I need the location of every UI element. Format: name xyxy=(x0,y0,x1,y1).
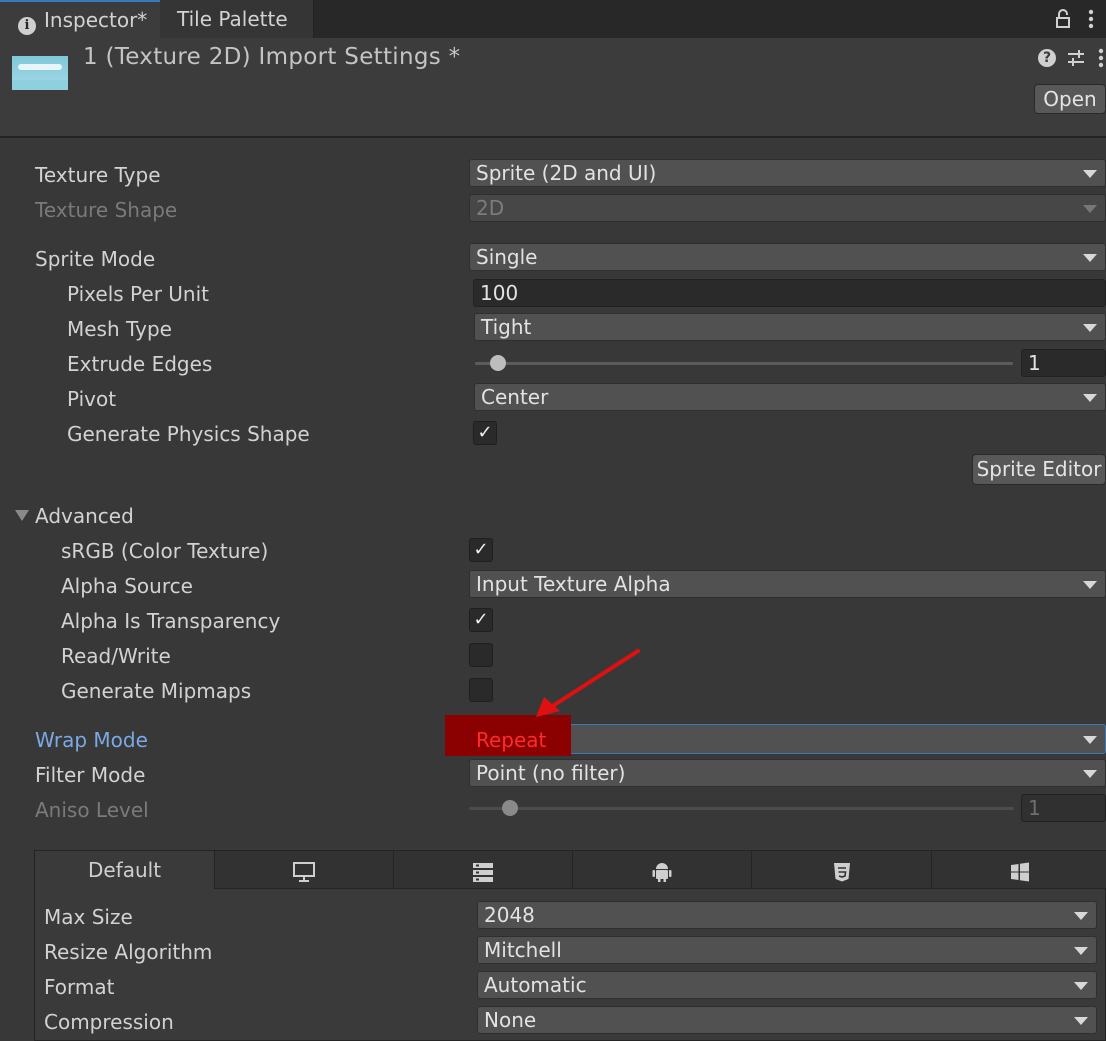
annotation-arrow xyxy=(536,649,640,717)
generate-physics-shape-checkbox[interactable]: ✓ xyxy=(473,421,497,445)
mesh-type-label: Mesh Type xyxy=(67,317,172,341)
tab-default[interactable]: Default xyxy=(35,851,215,889)
compression-value: None xyxy=(484,1008,537,1032)
srgb-checkbox[interactable]: ✓ xyxy=(469,538,493,562)
pivot-dropdown[interactable]: Center xyxy=(474,383,1106,411)
texture-type-dropdown[interactable]: Sprite (2D and UI) xyxy=(469,159,1106,187)
chevron-down-icon xyxy=(1083,205,1097,213)
chevron-down-icon xyxy=(1074,982,1088,990)
chevron-down-icon xyxy=(1083,170,1097,178)
help-icon[interactable]: ? xyxy=(1038,49,1056,67)
alpha-source-value: Input Texture Alpha xyxy=(476,572,671,596)
tab-tile-palette-label: Tile Palette xyxy=(177,7,288,31)
info-icon: i xyxy=(18,17,36,35)
inspector-header: 1 (Texture 2D) Import Settings * ? Open xyxy=(0,38,1106,138)
preset-icon[interactable] xyxy=(1066,48,1086,68)
generate-mipmaps-label: Generate Mipmaps xyxy=(61,679,252,703)
tab-windows-store[interactable] xyxy=(932,851,1106,889)
read-write-checkbox[interactable] xyxy=(469,643,493,667)
wrap-mode-value: Repeat xyxy=(476,728,547,752)
tab-android[interactable] xyxy=(573,851,752,889)
max-size-dropdown[interactable]: 2048 xyxy=(477,901,1097,929)
alpha-is-transparency-checkbox[interactable]: ✓ xyxy=(469,608,493,632)
tab-standalone[interactable] xyxy=(215,851,394,889)
sprite-mode-dropdown[interactable]: Single xyxy=(469,243,1106,271)
chevron-down-icon xyxy=(1083,581,1097,589)
chevron-down-icon xyxy=(1083,324,1097,332)
mesh-type-value: Tight xyxy=(481,315,532,339)
max-size-value: 2048 xyxy=(484,903,535,927)
texture-type-value: Sprite (2D and UI) xyxy=(476,161,657,185)
wrap-mode-label: Wrap Mode xyxy=(35,728,148,752)
alpha-is-transparency-label: Alpha Is Transparency xyxy=(61,609,281,633)
tab-inspector[interactable]: i Inspector* xyxy=(0,0,160,38)
more-options-icon[interactable] xyxy=(1085,9,1097,29)
texture-shape-label: Texture Shape xyxy=(35,198,178,222)
tab-tile-palette[interactable]: Tile Palette xyxy=(160,0,314,38)
pixels-per-unit-input[interactable]: 100 xyxy=(473,279,1106,307)
extrude-edges-input[interactable]: 1 xyxy=(1021,349,1106,377)
resize-algorithm-value: Mitchell xyxy=(484,938,562,962)
tab-default-label: Default xyxy=(87,858,162,882)
aniso-level-slider-knob xyxy=(502,800,518,816)
chevron-down-icon xyxy=(1083,394,1097,402)
header-more-icon[interactable] xyxy=(1096,48,1106,68)
alpha-source-label: Alpha Source xyxy=(61,574,193,598)
extrude-edges-slider-knob[interactable] xyxy=(490,355,506,371)
aniso-level-label: Aniso Level xyxy=(35,798,149,822)
chevron-down-icon xyxy=(1074,947,1088,955)
pivot-label: Pivot xyxy=(67,387,117,411)
pixels-per-unit-label: Pixels Per Unit xyxy=(67,282,209,306)
open-button[interactable]: Open xyxy=(1034,84,1106,114)
compression-dropdown[interactable]: None xyxy=(477,1006,1097,1034)
advanced-foldout-label[interactable]: Advanced xyxy=(35,504,134,528)
format-label: Format xyxy=(44,975,115,999)
sprite-mode-label: Sprite Mode xyxy=(35,247,156,271)
chevron-down-icon xyxy=(1074,1017,1088,1025)
pivot-value: Center xyxy=(481,385,549,409)
sprite-editor-button[interactable]: Sprite Editor xyxy=(972,454,1106,485)
lock-icon[interactable] xyxy=(1055,8,1071,30)
chevron-down-icon xyxy=(1083,770,1097,778)
generate-mipmaps-checkbox[interactable] xyxy=(469,678,493,702)
aniso-level-input: 1 xyxy=(1021,794,1106,822)
texture-type-label: Texture Type xyxy=(35,163,161,187)
texture-shape-value: 2D xyxy=(476,196,505,220)
read-write-label: Read/Write xyxy=(61,644,171,668)
android-icon xyxy=(652,862,672,882)
chevron-down-icon xyxy=(1083,736,1097,744)
extrude-edges-slider[interactable] xyxy=(475,362,1013,365)
resize-algorithm-label: Resize Algorithm xyxy=(44,940,213,964)
aniso-level-slider xyxy=(469,807,1014,810)
filter-mode-value: Point (no filter) xyxy=(476,761,626,785)
foldout-triangle-icon[interactable] xyxy=(15,510,29,521)
format-dropdown[interactable]: Automatic xyxy=(477,971,1097,999)
page-title: 1 (Texture 2D) Import Settings * xyxy=(83,44,461,70)
generate-physics-shape-label: Generate Physics Shape xyxy=(67,422,310,446)
tab-bar: i Inspector* Tile Palette xyxy=(0,0,1106,38)
platform-tab-row: Default xyxy=(35,851,1106,889)
srgb-label: sRGB (Color Texture) xyxy=(61,539,269,563)
texture-thumbnail xyxy=(12,56,68,90)
format-value: Automatic xyxy=(484,973,587,997)
extrude-edges-label: Extrude Edges xyxy=(67,352,213,376)
resize-algorithm-dropdown[interactable]: Mitchell xyxy=(477,936,1097,964)
chevron-down-icon xyxy=(1074,912,1088,920)
mesh-type-dropdown[interactable]: Tight xyxy=(474,313,1106,341)
html5-icon xyxy=(833,862,850,881)
windows-icon xyxy=(1010,862,1029,881)
max-size-label: Max Size xyxy=(44,905,133,929)
alpha-source-dropdown[interactable]: Input Texture Alpha xyxy=(469,570,1106,598)
tab-dedicated-server[interactable] xyxy=(394,851,573,889)
monitor-icon xyxy=(293,861,315,882)
compression-label: Compression xyxy=(44,1010,174,1034)
server-icon xyxy=(473,862,493,882)
filter-mode-dropdown[interactable]: Point (no filter) xyxy=(469,759,1106,787)
tab-webgl[interactable] xyxy=(752,851,932,889)
tab-inspector-label: Inspector* xyxy=(44,8,148,32)
filter-mode-label: Filter Mode xyxy=(35,763,146,787)
texture-shape-dropdown: 2D xyxy=(469,194,1106,222)
sprite-mode-value: Single xyxy=(476,245,538,269)
chevron-down-icon xyxy=(1083,254,1097,262)
